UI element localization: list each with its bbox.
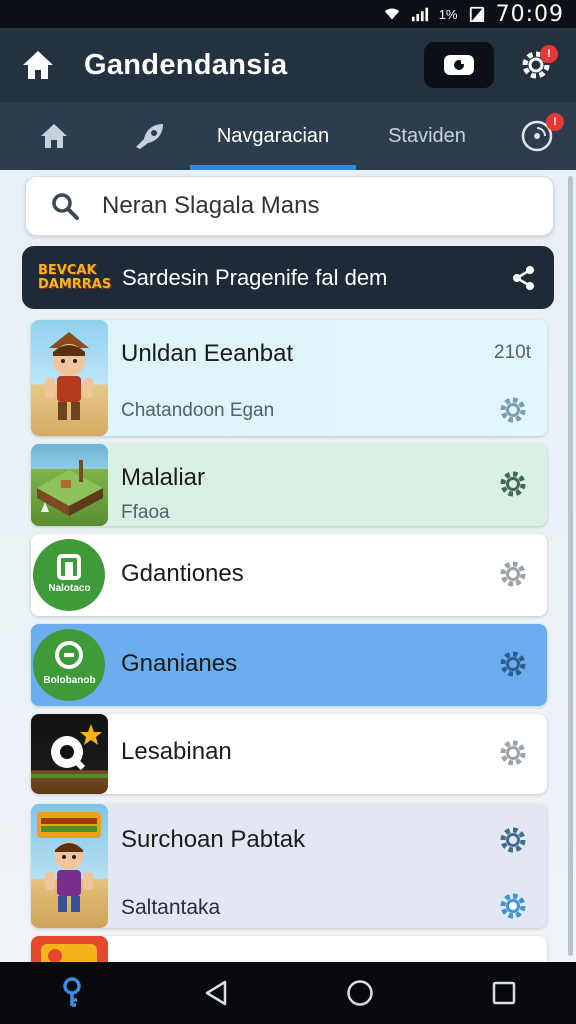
list-item-4-selected[interactable]: Bolobanob Gnanianes [31,624,547,706]
share-icon[interactable] [510,264,538,292]
recents-button[interactable] [432,980,576,1006]
gear-active-icon[interactable] [497,890,529,922]
media-button: ! [520,113,564,153]
list-item-1[interactable]: Unldan Eeanbat 210t Chatandoon Egan [31,320,547,436]
app-thumbnail: Nalotaco [31,534,108,616]
gear-icon[interactable] [497,394,529,426]
status-bar: 1% 70:09 [0,0,576,28]
video-toggle-button[interactable] [424,42,494,88]
settings-button[interactable]: ! [516,45,558,85]
battery-icon [469,6,484,22]
tab-bar: Navgaracian Staviden ! [0,102,576,170]
search-input[interactable] [102,192,502,220]
list-item-5[interactable]: Lesabinan [31,714,547,794]
item-subtitle: Saltantaka [121,896,221,919]
back-button[interactable] [144,979,288,1007]
gear-icon[interactable] [497,737,529,769]
clock: 70:09 [495,1,564,27]
wifi-icon [384,8,399,20]
system-nav-bar [0,962,576,1024]
app-logo-text: Nalotaco [48,583,91,594]
list-item-6[interactable]: Surchoan Pabtak Saltantaka [31,804,547,928]
list-item-3[interactable]: Nalotaco Gdantiones [31,534,547,616]
item-title: Malaliar [121,464,206,491]
item-subtitle: Chatandoon Egan [121,400,275,421]
banner-logo-line2: DAMRRAS [38,276,112,292]
tab-navgaracian[interactable]: Navgaracian [190,102,356,170]
list-item-7[interactable] [31,936,547,962]
farm-icon [37,460,103,516]
app-logo-text: Bolobanob [43,675,96,686]
list-item-2[interactable]: Malaliar Ffaoa [31,444,547,526]
camera-icon [444,55,474,75]
app-logo-icon [41,944,97,962]
assistant-button[interactable] [0,976,144,1010]
search-bar[interactable] [25,176,554,236]
gear-icon[interactable] [497,824,529,856]
banner-text: Sardesin Pragenife fal dem [122,264,388,290]
app-logo-icon [33,629,105,701]
rocket-icon [136,124,163,149]
tab-home[interactable] [0,102,108,170]
item-title: Unldan Eeanbat [121,340,294,367]
game-thumbnail [31,714,108,794]
key-icon [63,977,81,1007]
app-thumbnail [31,936,108,962]
tab-rocket[interactable] [108,102,190,170]
app-bar: Gandendansia ! [0,28,576,102]
recents-square-icon [492,981,516,1005]
back-triangle-icon [205,980,227,1006]
item-title: Surchoan Pabtak [121,826,306,853]
banner-logo-line1: BEVCAK [38,262,97,278]
notification-badge: ! [540,45,558,63]
app-logo-icon [33,539,105,611]
character-icon [37,812,101,912]
media-badge: ! [546,113,564,131]
signal-icon [411,7,428,22]
home-icon[interactable] [20,48,56,82]
promo-banner[interactable]: BEVCAK DAMRRAS Sardesin Pragenife fal de… [22,246,554,309]
banner-logo: BEVCAK DAMRRAS [38,258,112,298]
tab-staviden[interactable]: Staviden [356,102,498,170]
home-nav-button[interactable] [288,979,432,1007]
game-thumbnail [31,804,108,928]
app-thumbnail: Bolobanob [31,624,108,706]
item-title: Gdantiones [121,560,244,587]
gear-icon[interactable] [497,558,529,590]
game-thumbnail [31,320,108,436]
character-icon [45,332,93,420]
game-thumbnail [31,444,108,526]
tab-media[interactable]: ! [498,102,576,170]
magnifier-game-icon [31,724,108,778]
item-subtitle: Ffaoa [121,502,170,523]
gear-icon[interactable] [497,468,529,500]
search-icon [52,193,79,220]
item-title: Lesabinan [121,738,232,765]
app-title: Gandendansia [84,48,288,81]
gear-icon[interactable] [497,648,529,680]
scrollbar[interactable] [568,176,573,956]
content-list[interactable]: BEVCAK DAMRRAS Sardesin Pragenife fal de… [0,170,576,962]
item-title: Gnanianes [121,650,238,677]
home-icon [41,124,67,148]
home-circle-icon [347,980,373,1006]
item-meta: 210t [494,342,531,363]
battery-percent: 1% [438,6,458,22]
